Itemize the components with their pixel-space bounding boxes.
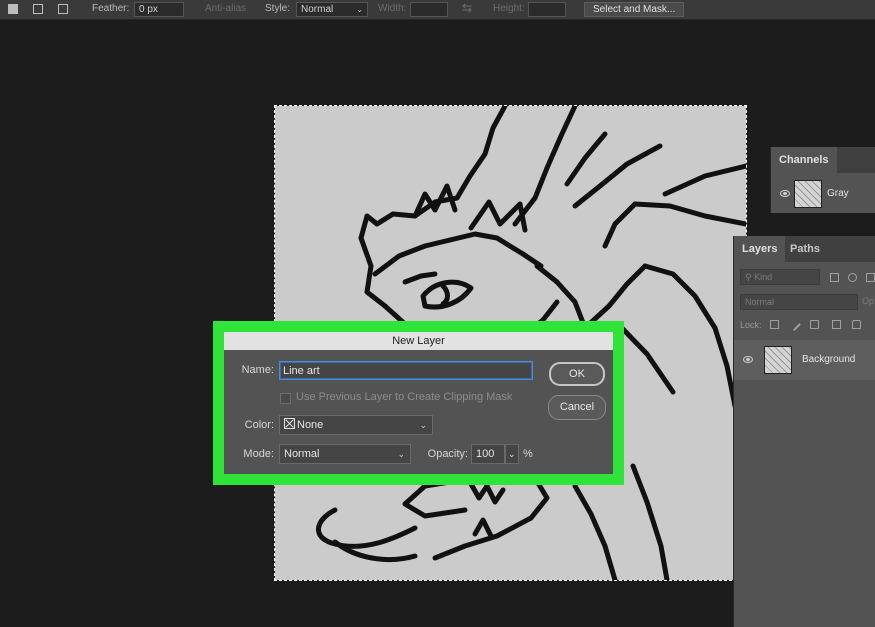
anti-alias-checkbox-label[interactable]: Anti-alias [205, 0, 246, 19]
artboard-lock-icon[interactable] [832, 320, 841, 329]
tab-paths[interactable]: Paths [782, 236, 828, 262]
opacity-unit: % [523, 448, 533, 460]
adjustment-filter-icon[interactable] [848, 273, 857, 282]
style-label: Style: [265, 3, 291, 14]
opacity-label-fragment: Op [862, 296, 875, 306]
style-select-value: Normal [301, 4, 334, 15]
options-bar: Feather: 0 px Anti-alias Style: Normal ⌄… [0, 0, 875, 20]
new-layer-dialog: New Layer Name: Use Previous Layer to Cr… [224, 332, 613, 474]
clipping-mask-label: Use Previous Layer to Create Clipping Ma… [296, 391, 513, 403]
feather-input[interactable]: 0 px [134, 2, 184, 17]
no-color-swatch-icon [284, 418, 295, 429]
tab-layers[interactable]: Layers [734, 236, 786, 262]
blend-row: Normal Op [734, 294, 875, 312]
width-input[interactable] [410, 2, 448, 17]
lock-label: Lock: [740, 320, 762, 330]
lock-position-icon[interactable] [810, 320, 819, 329]
cancel-button[interactable]: Cancel [548, 395, 606, 420]
color-select-value: None [297, 419, 324, 431]
blend-mode-value: Normal [745, 297, 775, 307]
layers-panel: Layers Paths ⚲ Kind Normal Op Lock: Back… [733, 236, 875, 627]
style-select[interactable]: Normal ⌄ [296, 2, 368, 17]
ok-button[interactable]: OK [549, 362, 605, 386]
opacity-input[interactable]: 100 [471, 444, 505, 464]
kind-filter-select[interactable]: ⚲ Kind [740, 269, 820, 285]
chevron-down-icon: ⌄ [356, 5, 363, 14]
add-to-selection-icon[interactable] [33, 4, 43, 14]
channel-row[interactable]: Gray [771, 178, 875, 210]
eye-icon[interactable] [743, 356, 753, 363]
pixel-filter-icon[interactable] [830, 273, 839, 282]
lock-image-icon[interactable] [788, 318, 801, 331]
kind-filter-value: Kind [754, 272, 773, 282]
channel-name: Gray [827, 188, 849, 199]
height-label: Height: [493, 3, 525, 14]
eye-icon[interactable] [780, 190, 790, 197]
color-label: Color: [244, 419, 274, 431]
layer-row-background[interactable]: Background [734, 340, 875, 380]
layer-name: Background [802, 354, 856, 365]
type-filter-icon[interactable] [866, 273, 875, 282]
intersect-selection-icon[interactable] [58, 4, 68, 14]
tab-channels[interactable]: Channels [771, 147, 837, 173]
opacity-label: Opacity: [427, 448, 468, 460]
new-selection-icon[interactable] [8, 4, 18, 14]
mode-label: Mode: [243, 448, 274, 460]
dialog-title: New Layer [224, 332, 613, 350]
lock-all-icon[interactable] [852, 320, 861, 329]
layers-panel-tabs: Layers Paths [734, 236, 875, 262]
mode-select-value: Normal [284, 448, 320, 460]
lock-transparent-icon[interactable] [770, 320, 779, 329]
clipping-mask-checkbox[interactable] [280, 393, 291, 404]
select-and-mask-button[interactable]: Select and Mask... [584, 2, 685, 17]
channels-panel-tabs: Channels [771, 147, 875, 173]
mode-select[interactable]: Normal ⌄ [279, 444, 411, 464]
chevron-down-icon: ⌄ [508, 449, 516, 459]
search-icon: ⚲ [745, 272, 752, 282]
lock-row: Lock: [734, 318, 875, 334]
color-select[interactable]: None ⌄ [279, 415, 433, 435]
opacity-value: 100 [476, 448, 495, 460]
height-input[interactable] [528, 2, 566, 17]
feather-label: Feather: [92, 3, 130, 14]
width-label: Width: [378, 3, 407, 14]
opacity-dropdown-button[interactable]: ⌄ [505, 444, 519, 464]
channels-panel: Channels Gray [770, 147, 875, 213]
chevron-down-icon: ⌄ [397, 449, 405, 459]
swap-dimensions-icon[interactable]: ⇆ [462, 0, 472, 19]
chevron-down-icon: ⌄ [419, 420, 427, 430]
blend-mode-select[interactable]: Normal [740, 294, 858, 310]
layer-thumbnail [764, 346, 792, 374]
layer-filter-row: ⚲ Kind [734, 269, 875, 287]
layer-name-input[interactable] [279, 361, 533, 380]
channel-thumbnail [794, 180, 822, 208]
name-label: Name: [241, 364, 274, 376]
